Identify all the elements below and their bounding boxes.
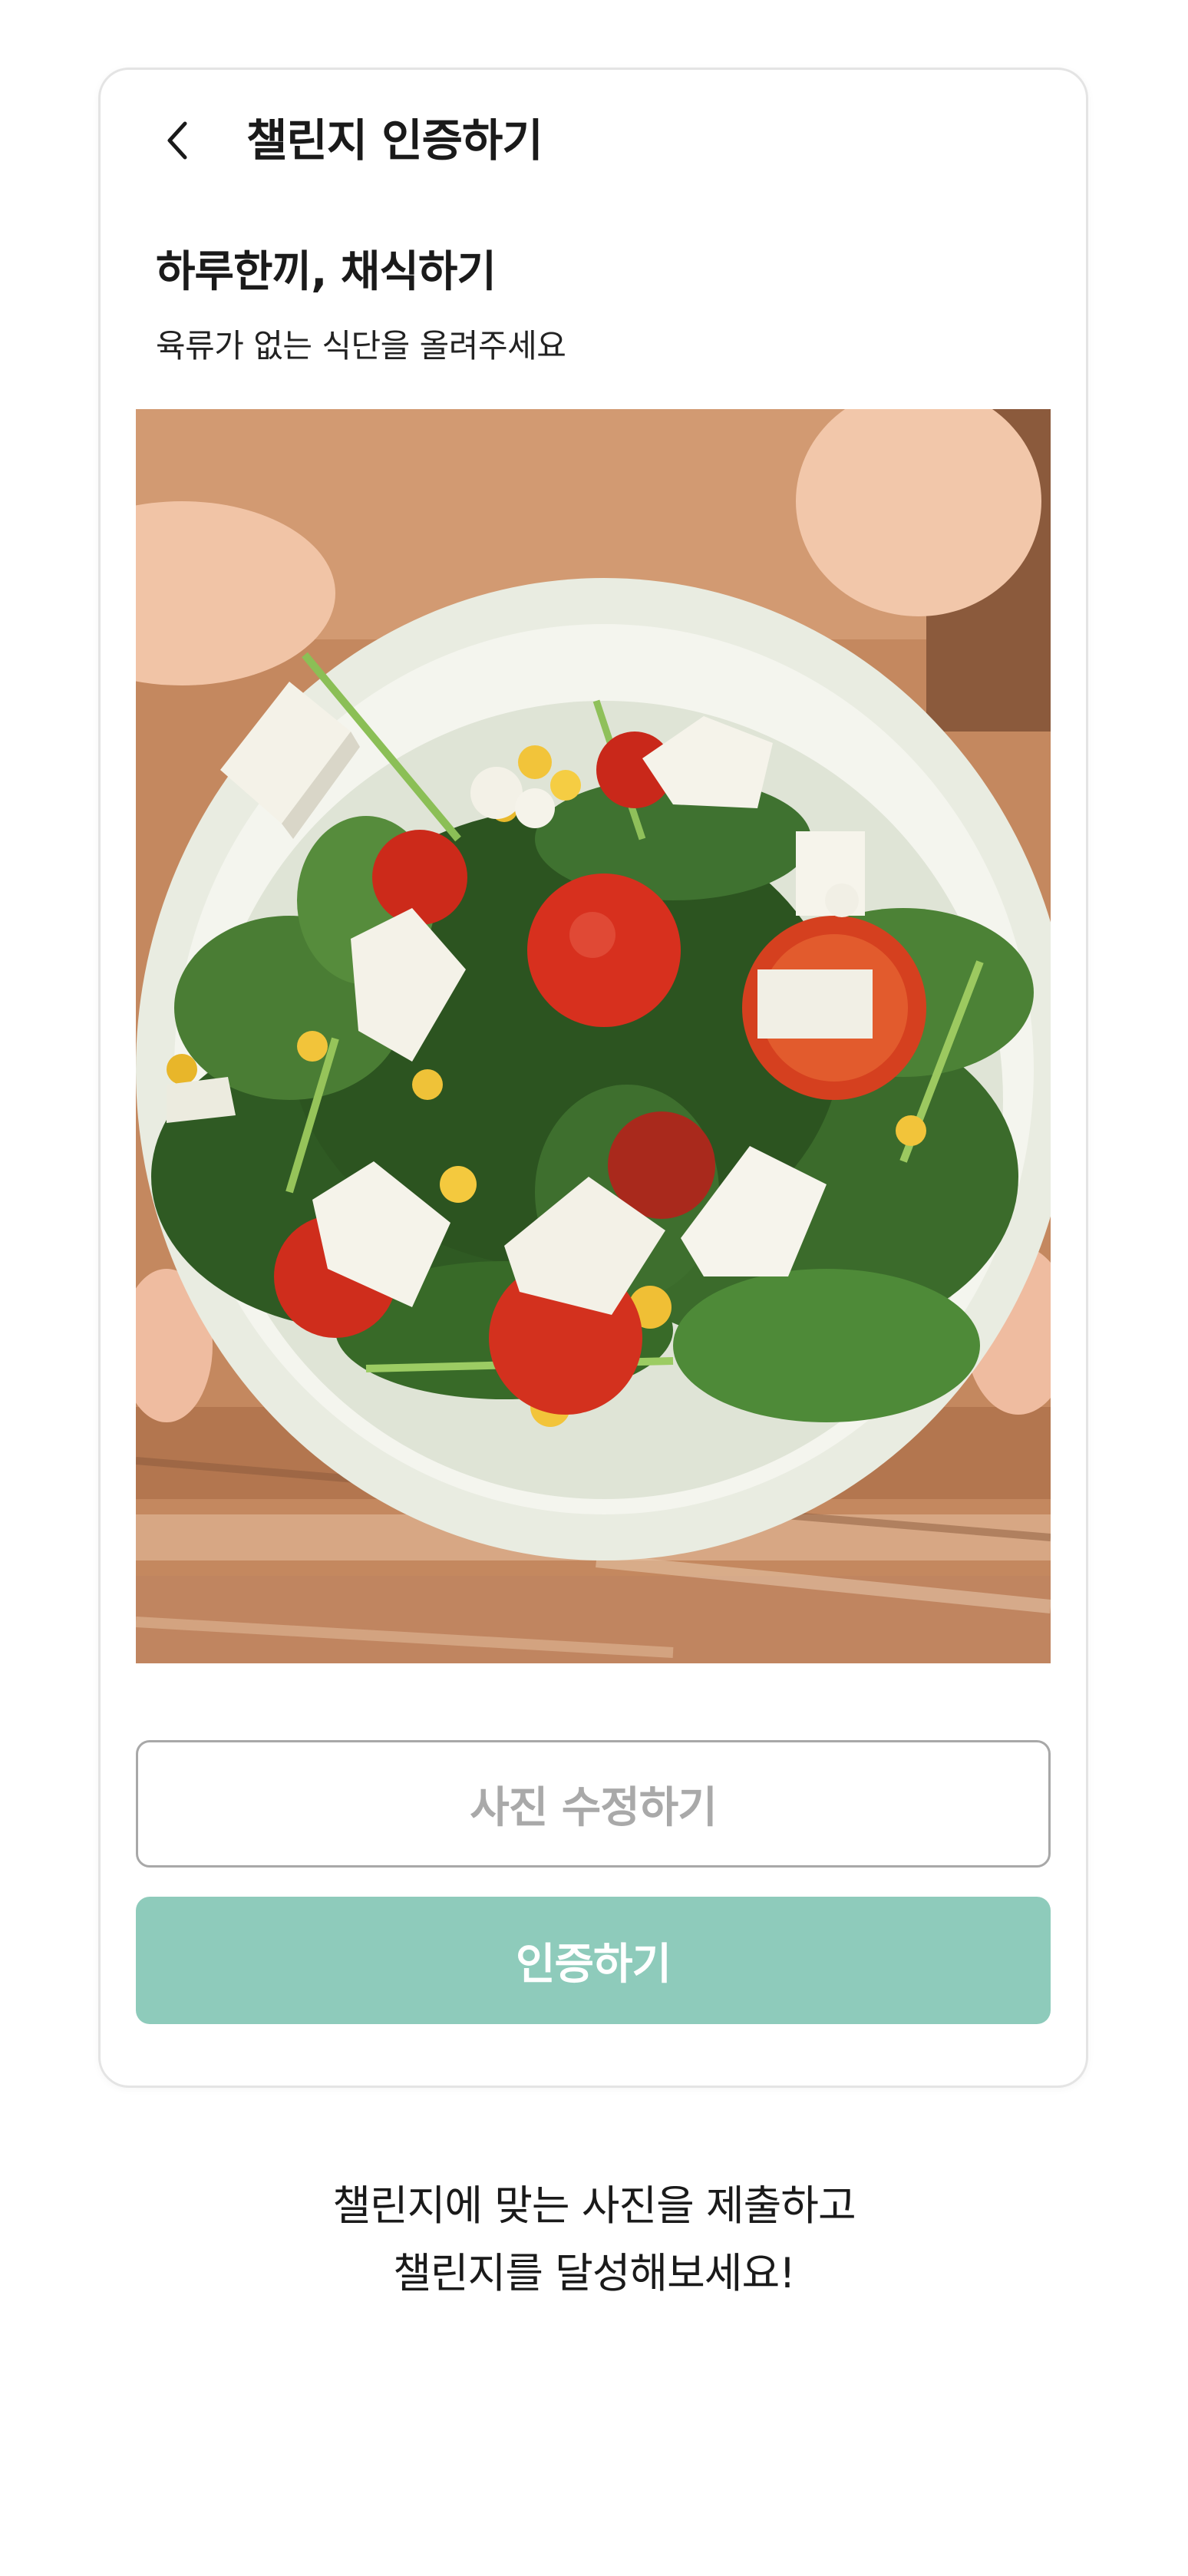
footer-line-2: 챌린지를 달성해보세요!: [393, 2249, 796, 2297]
edit-photo-button[interactable]: 사진 수정하기: [136, 1740, 1051, 1868]
uploaded-photo: [136, 409, 1051, 1663]
submit-button[interactable]: 인증하기: [136, 1897, 1051, 2024]
chevron-left-icon: [167, 121, 187, 160]
footer-message: 챌린지에 맞는 사진을 제출하고 챌린지를 달성해보세요!: [0, 2172, 1188, 2307]
back-button[interactable]: [147, 110, 208, 171]
challenge-subtitle: 육류가 없는 식단을 올려주세요: [156, 327, 566, 365]
page-title: 챌린지 인증하기: [246, 114, 543, 167]
challenge-title: 하루한끼, 채식하기: [156, 247, 497, 297]
challenge-card: 챌린지 인증하기 하루한끼, 채식하기 육류가 없는 식단을 올려주세요 사진 …: [98, 68, 1088, 2088]
footer-line-1: 챌린지에 맞는 사진을 제출하고: [332, 2181, 856, 2230]
